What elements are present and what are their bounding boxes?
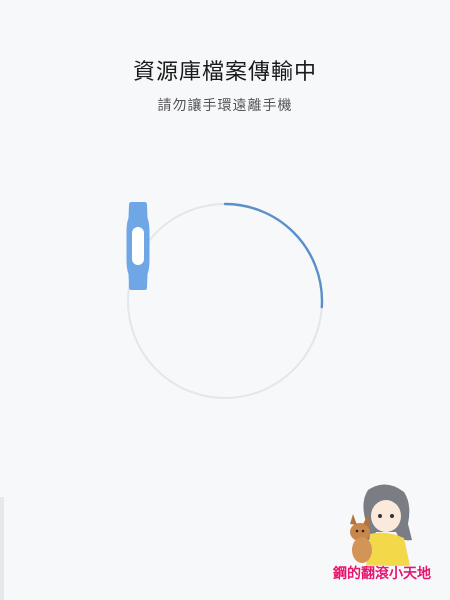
wm-dog-eye2 — [361, 529, 365, 533]
wm-eye-right — [390, 514, 394, 518]
watermark: 鋼的翻滾小天地 — [326, 480, 438, 590]
transfer-screen: 資源庫檔案傳輸中 請勿讓手環遠離手機 鋼的翻滾小天地 — [0, 0, 450, 600]
page-title: 資源庫檔案傳輸中 — [132, 60, 317, 85]
wm-dog-eye — [355, 529, 359, 533]
watermark-illustration — [350, 484, 412, 566]
wm-eye-left — [378, 514, 382, 518]
watermark-text: 鋼的翻滾小天地 — [333, 566, 431, 582]
band-icon — [126, 202, 150, 290]
transfer-progress-ring — [126, 202, 324, 400]
wm-dog-body — [352, 537, 372, 563]
band-screen — [132, 227, 144, 265]
wm-dog-ear-left — [350, 514, 357, 525]
wm-face — [371, 500, 401, 532]
page-subtitle: 請勿讓手環遠離手機 — [157, 98, 293, 114]
progress-ring-svg — [126, 202, 324, 400]
left-edge-bar — [0, 497, 4, 600]
